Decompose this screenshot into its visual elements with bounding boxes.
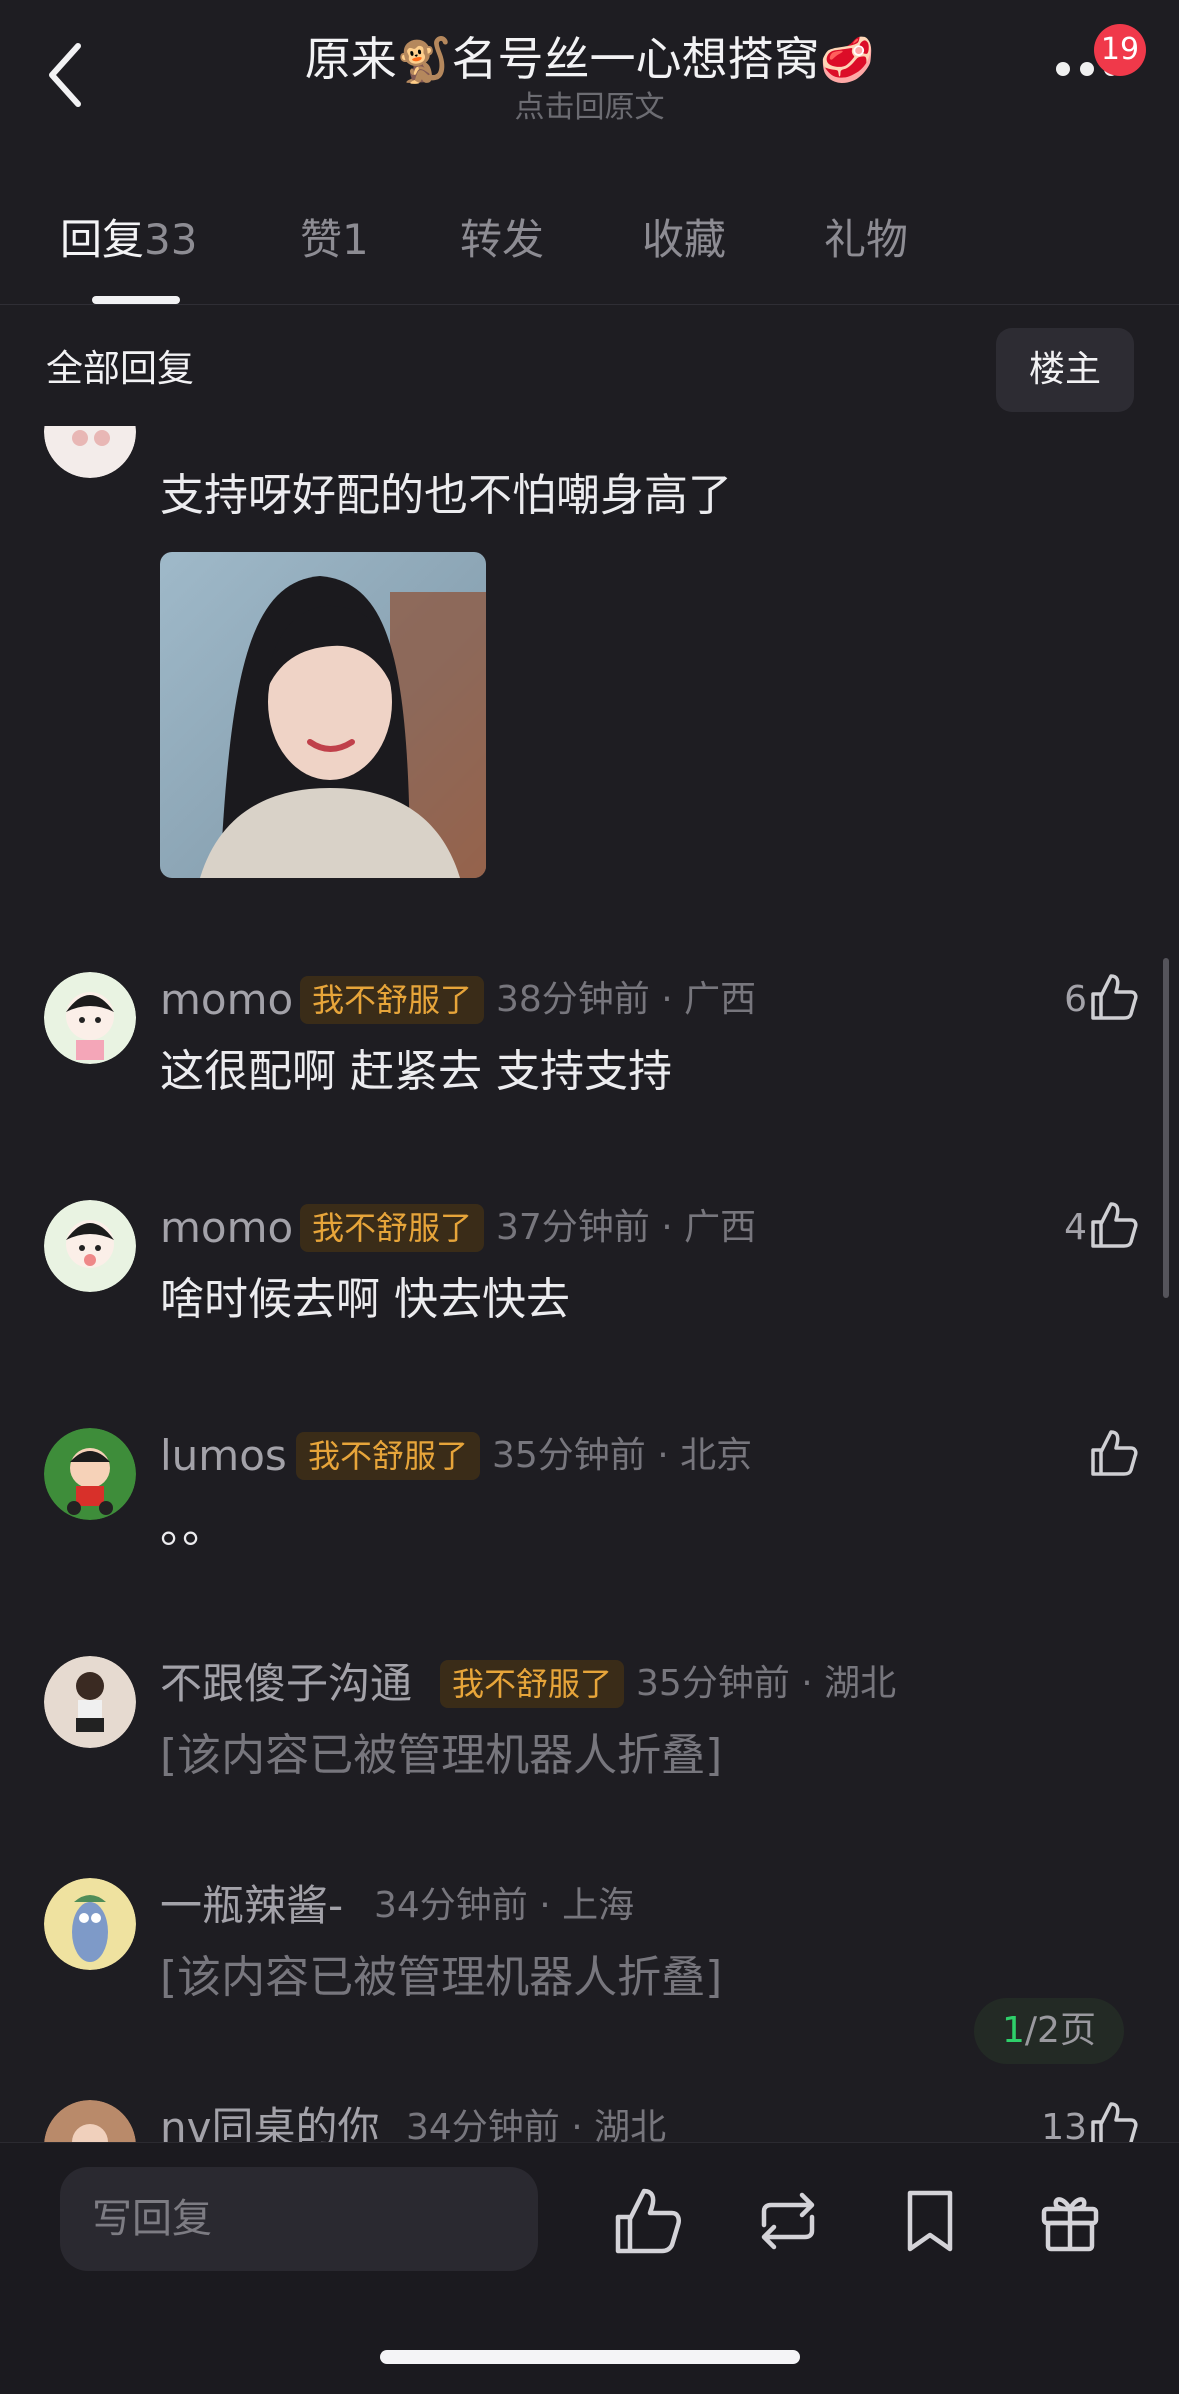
reply-meta: 38分钟前 · 广西 bbox=[496, 979, 757, 1020]
user-badge: 我不舒服了 bbox=[300, 976, 485, 1024]
home-indicator[interactable] bbox=[380, 2350, 800, 2364]
reply-meta: 35分钟前 · 北京 bbox=[492, 1435, 753, 1476]
user-badge: 我不舒服了 bbox=[296, 1432, 481, 1480]
gift-icon[interactable] bbox=[1034, 2185, 1106, 2257]
header: 原来🐒名号丝一心想搭窝🥩 点击回原文 19 bbox=[0, 0, 1179, 140]
reply-meta: 37分钟前 · 广西 bbox=[496, 1207, 757, 1248]
total-pages: /2页 bbox=[1024, 2010, 1096, 2051]
back-to-post-link[interactable]: 点击回原文 bbox=[0, 88, 1179, 128]
tab-replies[interactable]: 回复33 bbox=[60, 212, 197, 268]
title-text-prefix: 原来 bbox=[304, 32, 397, 86]
tab-bar: 回复33 赞1 转发 收藏 礼物 bbox=[0, 200, 1179, 305]
user-badge: 我不舒服了 bbox=[300, 1204, 485, 1252]
reply-image[interactable] bbox=[160, 552, 486, 878]
reply-text: 啥时候去啊 快去快去 bbox=[160, 1274, 570, 1325]
reply-list[interactable]: 支持呀好配的也不怕嘲身高了 momo 我不舒服了 38分钟前 · 广西 6 这很… bbox=[0, 426, 1179, 2142]
repost-icon[interactable] bbox=[752, 2185, 824, 2257]
avatar[interactable] bbox=[44, 972, 136, 1064]
user-name[interactable]: lumos bbox=[160, 1428, 287, 1484]
user-badge: 我不舒服了 bbox=[440, 1660, 625, 1708]
avatar[interactable] bbox=[44, 426, 136, 478]
like-count: 6 bbox=[1064, 979, 1087, 1020]
title-text-middle: 名号丝一心想搭窝 bbox=[451, 32, 820, 86]
list-item: 支持呀好配的也不怕嘲身高了 bbox=[0, 426, 1179, 926]
post-title-area[interactable]: 原来🐒名号丝一心想搭窝🥩 点击回原文 bbox=[0, 28, 1179, 128]
thumb-up-icon[interactable] bbox=[612, 2185, 684, 2257]
avatar[interactable] bbox=[44, 1656, 136, 1748]
avatar[interactable] bbox=[44, 1428, 136, 1520]
reply-meta: 34分钟前 · 湖北 bbox=[406, 2107, 667, 2142]
notification-badge[interactable]: 19 bbox=[1094, 24, 1146, 76]
page-indicator[interactable]: 1/2页 bbox=[974, 1998, 1124, 2064]
tab-favorites[interactable]: 收藏 bbox=[642, 212, 726, 268]
tab-count: 1 bbox=[342, 215, 369, 264]
list-item: lumos 我不舒服了 35分钟前 · 北京 。。 bbox=[0, 1428, 1179, 1628]
user-name[interactable]: 一瓶辣酱- bbox=[160, 1878, 343, 1934]
all-replies-filter[interactable]: 全部回复 bbox=[46, 344, 194, 394]
list-item: 不跟傻子沟通 我不舒服了 35分钟前 · 湖北 [该内容已被管理机器人折叠] bbox=[0, 1656, 1179, 1856]
like-count: 4 bbox=[1064, 1207, 1087, 1248]
tab-label: 赞 bbox=[300, 215, 343, 264]
like-count: 13 bbox=[1041, 2107, 1087, 2142]
reply-input[interactable]: 写回复 bbox=[60, 2167, 538, 2271]
thumb-up-icon[interactable] bbox=[1089, 1428, 1139, 1478]
reply-text: 。。 bbox=[160, 1502, 226, 1553]
folded-reply-text[interactable]: [该内容已被管理机器人折叠] bbox=[160, 1726, 722, 1786]
tab-label: 转发 bbox=[460, 215, 545, 264]
reply-meta: 35分钟前 · 湖北 bbox=[636, 1663, 897, 1704]
user-name[interactable]: nv同桌的你 bbox=[160, 2100, 379, 2142]
list-item: momo 我不舒服了 38分钟前 · 广西 6 这很配啊 赶紧去 支持支持 bbox=[0, 972, 1179, 1172]
reply-text: 这很配啊 赶紧去 支持支持 bbox=[160, 1046, 672, 1097]
thumb-up-icon[interactable] bbox=[1089, 1200, 1139, 1250]
avatar[interactable] bbox=[44, 2100, 136, 2142]
list-item: momo 我不舒服了 37分钟前 · 广西 4 啥时候去啊 快去快去 bbox=[0, 1200, 1179, 1400]
tab-label: 收藏 bbox=[642, 215, 727, 264]
reply-text: 支持呀好配的也不怕嘲身高了 bbox=[160, 470, 732, 521]
scrollbar[interactable] bbox=[1163, 958, 1169, 1298]
meat-emoji: 🥩 bbox=[819, 35, 875, 86]
reply-meta: 34分钟前 · 上海 bbox=[374, 1885, 635, 1926]
thumb-up-icon[interactable] bbox=[1089, 2100, 1139, 2142]
folded-reply-text[interactable]: [该内容已被管理机器人折叠] bbox=[160, 1948, 722, 2008]
avatar[interactable] bbox=[44, 1200, 136, 1292]
active-tab-indicator bbox=[92, 296, 180, 304]
user-name[interactable]: momo bbox=[160, 972, 293, 1028]
thumb-up-icon[interactable] bbox=[1089, 972, 1139, 1022]
tab-reposts[interactable]: 转发 bbox=[460, 212, 544, 268]
tab-label: 礼物 bbox=[824, 215, 909, 264]
owner-only-button[interactable]: 楼主 bbox=[996, 328, 1134, 412]
tab-label: 回复 bbox=[60, 215, 145, 264]
list-item: nv同桌的你 34分钟前 · 湖北 13 bbox=[0, 2100, 1179, 2142]
tab-likes[interactable]: 赞1 bbox=[300, 212, 369, 268]
tab-count: 33 bbox=[144, 215, 198, 264]
bookmark-icon[interactable] bbox=[894, 2185, 966, 2257]
user-name[interactable]: momo bbox=[160, 1200, 293, 1256]
avatar[interactable] bbox=[44, 1878, 136, 1970]
user-name[interactable]: 不跟傻子沟通 bbox=[160, 1656, 412, 1712]
monkey-emoji: 🐒 bbox=[396, 35, 452, 86]
tab-gifts[interactable]: 礼物 bbox=[824, 212, 908, 268]
current-page: 1 bbox=[1002, 2010, 1025, 2051]
post-title: 原来🐒名号丝一心想搭窝🥩 bbox=[0, 28, 1179, 92]
